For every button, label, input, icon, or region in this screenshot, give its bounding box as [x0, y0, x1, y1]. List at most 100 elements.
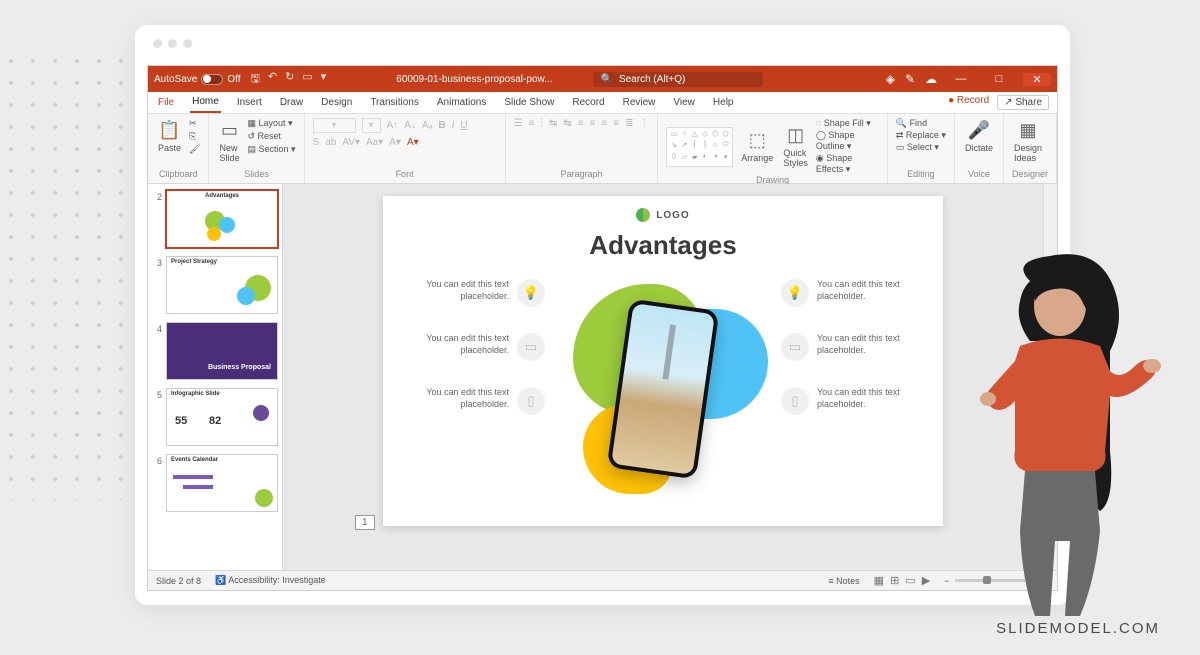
- tab-slideshow[interactable]: Slide Show: [502, 93, 556, 112]
- group-clipboard: 📋 Paste ✂ ⎘ 🖌 Clipboard: [148, 114, 209, 183]
- thumbnail-2[interactable]: 2 Advantages: [152, 190, 278, 248]
- cut-button[interactable]: ✂: [189, 118, 200, 129]
- share-button[interactable]: ↗ Share: [997, 95, 1049, 110]
- slide-thumbnails[interactable]: 2 Advantages 3 Project Strategy: [148, 184, 283, 570]
- new-slide-icon: ▭: [221, 120, 238, 141]
- normal-view-icon[interactable]: ▦: [874, 574, 884, 587]
- current-slide[interactable]: LOGO Advantages 💡 You can edit this text…: [383, 196, 943, 526]
- slideshow-icon[interactable]: ▭: [302, 70, 312, 89]
- notes-button[interactable]: ≡ Notes: [828, 576, 859, 586]
- shape-fill-button[interactable]: ◌ Shape Fill ▾: [816, 118, 879, 129]
- tab-record[interactable]: Record: [570, 93, 606, 112]
- maximize-button[interactable]: □: [985, 73, 1013, 85]
- section-button[interactable]: ▤ Section ▾: [247, 144, 295, 155]
- feature-item[interactable]: 💡 You can edit this text placeholder.: [781, 279, 931, 307]
- copy-button[interactable]: ⎘: [189, 131, 200, 142]
- record-button[interactable]: ● Record: [948, 95, 989, 110]
- minimize-button[interactable]: —: [947, 73, 975, 85]
- paste-button[interactable]: 📋 Paste: [156, 118, 183, 155]
- autosave-state: Off: [227, 74, 240, 85]
- logo-icon: [636, 208, 650, 222]
- group-paragraph: ☰≡⫶↹↹ ≡≡≡≡≣⋮ Paragraph: [506, 114, 659, 183]
- format-painter-button[interactable]: 🖌: [189, 144, 200, 155]
- font-tools[interactable]: ▾ ▾ A↑A↓Aₐ BIU SabAV▾Aa▾ A▾A▾: [313, 118, 473, 148]
- tab-review[interactable]: Review: [621, 93, 658, 112]
- tab-transitions[interactable]: Transitions: [368, 93, 421, 112]
- view-buttons: ▦ ⊞ ▭ ▶: [874, 574, 931, 587]
- slide-logo: LOGO: [395, 208, 931, 222]
- tab-home[interactable]: Home: [190, 92, 221, 113]
- powerpoint-window: AutoSave Off 🖫 ↶ ↻ ▭ ▾ 60009-01-business…: [147, 65, 1058, 591]
- group-font: ▾ ▾ A↑A↓Aₐ BIU SabAV▾Aa▾ A▾A▾ Font: [305, 114, 506, 183]
- arrange-icon: ⬚: [749, 130, 766, 151]
- shapes-gallery[interactable]: ▭○△◇⬡⬠ ↘↗{}☆⬭ ⬯▱▰◐◑▾: [666, 127, 733, 167]
- tab-design[interactable]: Design: [319, 93, 354, 112]
- shape-outline-button[interactable]: ◯ Shape Outline ▾: [816, 130, 879, 152]
- group-drawing: ▭○△◇⬡⬠ ↘↗{}☆⬭ ⬯▱▰◐◑▾ ⬚ Arrange ◫ Quick S…: [658, 114, 887, 183]
- titlebar-right: ◈ ✎ ☁ — □ ✕: [886, 72, 1051, 86]
- slide-title[interactable]: Advantages: [395, 230, 931, 261]
- card-icon: ▭: [517, 333, 545, 361]
- thumbnail-4[interactable]: 4 Business Proposal: [152, 322, 278, 380]
- arrange-button[interactable]: ⬚ Arrange: [739, 128, 775, 165]
- thumbnail-5[interactable]: 5 Infographic Slide 55 82: [152, 388, 278, 446]
- quick-access-toolbar: 🖫 ↶ ↻ ▭ ▾: [251, 70, 327, 89]
- clipboard-icon: 📋: [158, 120, 180, 141]
- tab-draw[interactable]: Draw: [278, 93, 305, 112]
- feature-item[interactable]: ▭ You can edit this text placeholder.: [781, 333, 931, 361]
- tab-file[interactable]: File: [156, 93, 176, 112]
- diamond-icon[interactable]: ◈: [886, 72, 895, 86]
- layout-button[interactable]: ▦ Layout ▾: [247, 118, 295, 129]
- group-designer: ▦ Design Ideas Designer: [1004, 114, 1057, 183]
- document-title[interactable]: 60009-01-business-proposal-pow...: [396, 74, 552, 85]
- ribbon-tabs: File Home Insert Draw Design Transitions…: [148, 92, 1057, 114]
- accessibility-status[interactable]: ♿ Accessibility: Investigate: [215, 575, 326, 586]
- features-left: 💡 You can edit this text placeholder. ▭ …: [395, 279, 545, 499]
- new-slide-button[interactable]: ▭ New Slide: [217, 118, 241, 165]
- tab-animations[interactable]: Animations: [435, 93, 488, 112]
- autosave-label: AutoSave: [154, 74, 197, 85]
- autosave-toggle[interactable]: AutoSave Off: [154, 74, 241, 85]
- feature-item[interactable]: ▭ You can edit this text placeholder.: [395, 333, 545, 361]
- shape-effects-button[interactable]: ◉ Shape Effects ▾: [816, 153, 879, 175]
- reset-button[interactable]: ↺ Reset: [247, 131, 295, 142]
- feature-item[interactable]: ▯ You can edit this text placeholder.: [781, 387, 931, 415]
- save-icon[interactable]: 🖫: [251, 70, 260, 89]
- slide-canvas[interactable]: LOGO Advantages 💡 You can edit this text…: [283, 184, 1043, 570]
- tab-help[interactable]: Help: [711, 93, 736, 112]
- close-button[interactable]: ✕: [1023, 73, 1051, 86]
- search-icon: 🔍: [601, 74, 613, 85]
- find-button[interactable]: 🔍 Find: [896, 118, 946, 129]
- reading-view-icon[interactable]: ▭: [905, 574, 915, 587]
- select-button[interactable]: ▭ Select ▾: [896, 142, 946, 153]
- design-ideas-button[interactable]: ▦ Design Ideas: [1012, 118, 1044, 165]
- feature-item[interactable]: 💡 You can edit this text placeholder.: [395, 279, 545, 307]
- bulb-icon: 💡: [517, 279, 545, 307]
- zoom-out-icon[interactable]: −: [944, 576, 949, 586]
- redo-icon[interactable]: ↻: [285, 70, 294, 89]
- paragraph-tools[interactable]: ☰≡⫶↹↹ ≡≡≡≡≣⋮: [514, 118, 650, 129]
- thumbnail-3[interactable]: 3 Project Strategy: [152, 256, 278, 314]
- tab-view[interactable]: View: [671, 93, 697, 112]
- quick-styles-button[interactable]: ◫ Quick Styles: [781, 123, 810, 170]
- features-right: 💡 You can edit this text placeholder. ▭ …: [781, 279, 931, 499]
- mic-icon: 🎤: [968, 120, 990, 141]
- thumbnail-6[interactable]: 6 Events Calendar: [152, 454, 278, 512]
- phone-icon: ▯: [781, 387, 809, 415]
- slideshow-view-icon[interactable]: ▶: [922, 574, 930, 587]
- cloud-icon[interactable]: ☁: [925, 72, 937, 86]
- slide-indicator[interactable]: Slide 2 of 8: [156, 576, 201, 586]
- page-number: 1: [355, 515, 375, 530]
- replace-button[interactable]: ⇄ Replace ▾: [896, 130, 946, 141]
- tab-insert[interactable]: Insert: [235, 93, 264, 112]
- ribbon: 📋 Paste ✂ ⎘ 🖌 Clipboard ▭ New Slide: [148, 114, 1057, 184]
- quick-styles-icon: ◫: [787, 125, 804, 146]
- feature-item[interactable]: ▯ You can edit this text placeholder.: [395, 387, 545, 415]
- dropdown-icon[interactable]: ▾: [321, 70, 327, 89]
- search-box[interactable]: 🔍 Search (Alt+Q): [593, 72, 763, 87]
- toggle-icon[interactable]: [201, 74, 223, 85]
- pencil-icon[interactable]: ✎: [905, 72, 915, 86]
- sorter-view-icon[interactable]: ⊞: [890, 574, 899, 587]
- dictate-button[interactable]: 🎤 Dictate: [963, 118, 995, 155]
- undo-icon[interactable]: ↶: [268, 70, 277, 89]
